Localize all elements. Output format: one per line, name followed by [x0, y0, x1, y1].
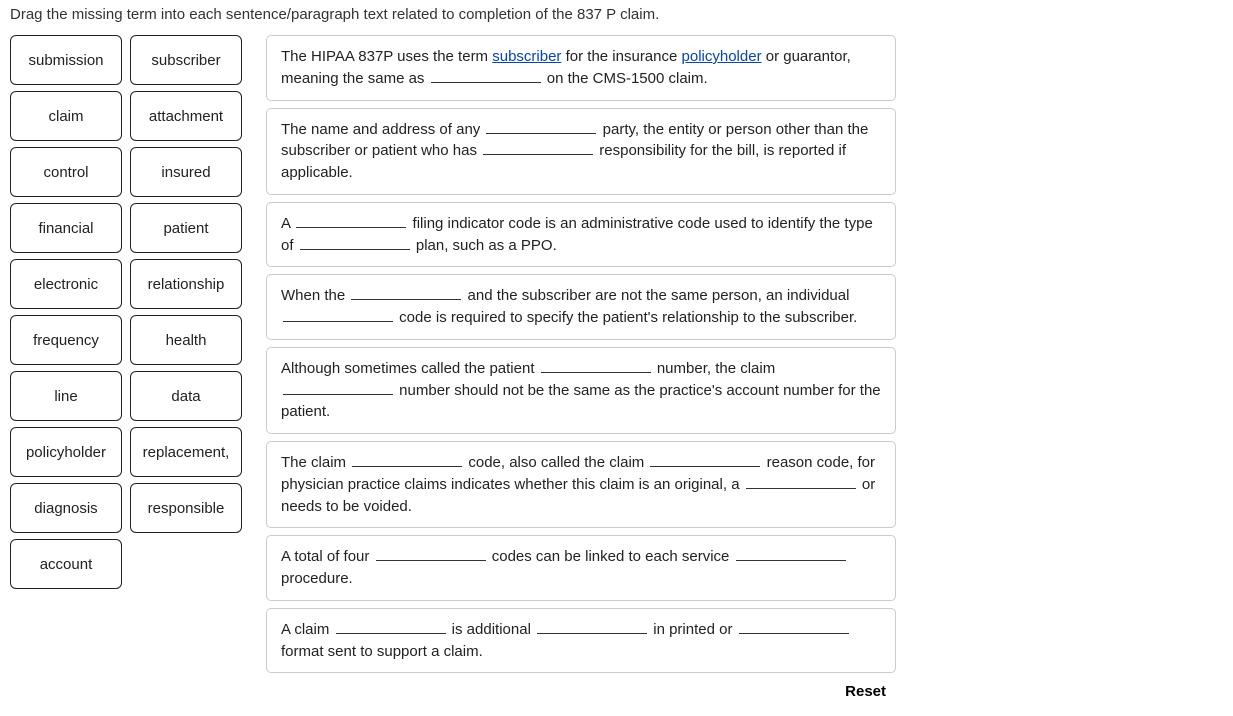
sentence-text: procedure.: [281, 570, 353, 587]
sentence-text: A claim: [281, 621, 334, 638]
sentence-1: The HIPAA 837P uses the term subscriber …: [266, 35, 896, 101]
drop-blank[interactable]: [486, 119, 596, 134]
link-subscriber[interactable]: subscriber: [492, 48, 561, 65]
term-data[interactable]: data: [130, 371, 242, 421]
sentence-text: The claim: [281, 454, 350, 471]
term-diagnosis[interactable]: diagnosis: [10, 483, 122, 533]
sentence-text: The HIPAA 837P uses the term: [281, 48, 492, 65]
sentence-text: When the: [281, 287, 349, 304]
sentence-text: codes can be linked to each service: [488, 548, 734, 565]
term-line[interactable]: line: [10, 371, 122, 421]
sentence-text: number, the claim: [653, 360, 776, 377]
term-claim[interactable]: claim: [10, 91, 122, 141]
sentence-6: The claim code, also called the claim re…: [266, 441, 896, 528]
drop-blank[interactable]: [739, 619, 849, 634]
sentence-text: in printed or: [649, 621, 737, 638]
term-responsible[interactable]: responsible: [130, 483, 242, 533]
sentence-text: is additional: [448, 621, 536, 638]
drop-blank[interactable]: [283, 380, 393, 395]
main-layout: submission subscriber claim attachment c…: [10, 35, 1223, 700]
term-frequency[interactable]: frequency: [10, 315, 122, 365]
drop-blank[interactable]: [283, 307, 393, 322]
sentence-text: code, also called the claim: [464, 454, 648, 471]
sentence-text: A: [281, 215, 294, 232]
sentence-text: A total of four: [281, 548, 374, 565]
instruction-text: Drag the missing term into each sentence…: [10, 6, 1223, 23]
term-insured[interactable]: insured: [130, 147, 242, 197]
term-subscriber[interactable]: subscriber: [130, 35, 242, 85]
drop-blank[interactable]: [300, 235, 410, 250]
drop-blank[interactable]: [376, 546, 486, 561]
sentence-list: The HIPAA 837P uses the term subscriber …: [266, 35, 896, 673]
link-policyholder[interactable]: policyholder: [682, 48, 762, 65]
drop-blank[interactable]: [537, 619, 647, 634]
term-account[interactable]: account: [10, 539, 122, 589]
sentence-text: The name and address of any: [281, 121, 484, 138]
drop-blank[interactable]: [336, 619, 446, 634]
sentence-text: on the CMS-1500 claim.: [543, 70, 708, 87]
term-electronic[interactable]: electronic: [10, 259, 122, 309]
term-policyholder[interactable]: policyholder: [10, 427, 122, 477]
term-bank: submission subscriber claim attachment c…: [10, 35, 242, 589]
sentence-8: A claim is additional in printed or form…: [266, 608, 896, 674]
sentence-text: plan, such as a PPO.: [412, 237, 557, 254]
sentence-7: A total of four codes can be linked to e…: [266, 535, 896, 601]
drop-blank[interactable]: [483, 140, 593, 155]
term-financial[interactable]: financial: [10, 203, 122, 253]
sentence-text: code is required to specify the patient'…: [395, 309, 857, 326]
sentence-text: format sent to support a claim.: [281, 643, 483, 660]
drop-blank[interactable]: [650, 452, 760, 467]
drop-blank[interactable]: [736, 546, 846, 561]
sentence-4: When the and the subscriber are not the …: [266, 274, 896, 340]
sentence-text: for the insurance: [561, 48, 681, 65]
sentence-3: A filing indicator code is an administra…: [266, 202, 896, 268]
drop-blank[interactable]: [351, 285, 461, 300]
term-patient[interactable]: patient: [130, 203, 242, 253]
term-relationship[interactable]: relationship: [130, 259, 242, 309]
term-health[interactable]: health: [130, 315, 242, 365]
term-attachment[interactable]: attachment: [130, 91, 242, 141]
sentence-text: and the subscriber are not the same pers…: [463, 287, 849, 304]
reset-button[interactable]: Reset: [845, 683, 886, 700]
sentence-text: Although sometimes called the patient: [281, 360, 539, 377]
drop-blank[interactable]: [746, 474, 856, 489]
term-replacement[interactable]: replacement,: [130, 427, 242, 477]
sentence-5: Although sometimes called the patient nu…: [266, 347, 896, 434]
drop-blank[interactable]: [352, 452, 462, 467]
term-control[interactable]: control: [10, 147, 122, 197]
sentence-2: The name and address of any party, the e…: [266, 108, 896, 195]
drop-blank[interactable]: [541, 358, 651, 373]
term-submission[interactable]: submission: [10, 35, 122, 85]
drop-blank[interactable]: [296, 213, 406, 228]
drop-blank[interactable]: [431, 68, 541, 83]
